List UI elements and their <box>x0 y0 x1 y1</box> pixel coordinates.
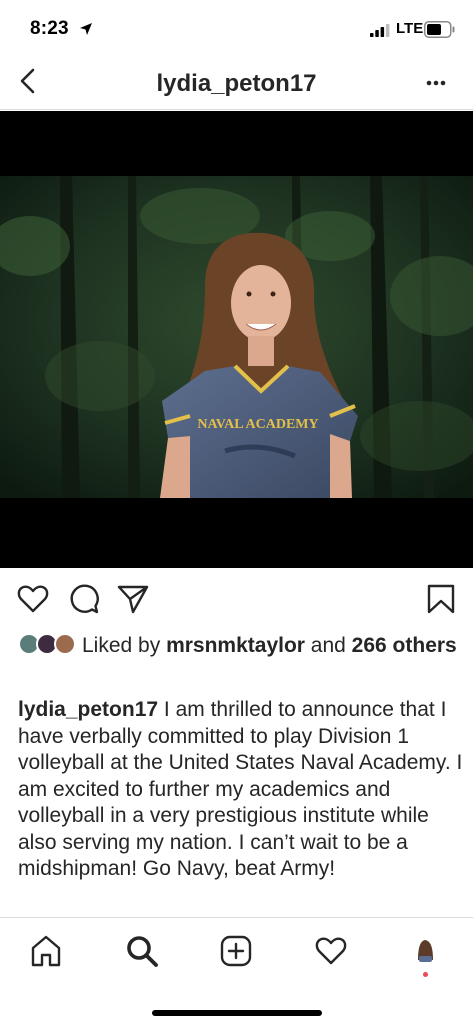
caption-text: I am thrilled to announce that I have ve… <box>18 698 463 880</box>
liker-avatars <box>18 633 80 655</box>
nav-activity-button[interactable] <box>314 934 348 968</box>
likes-others-count[interactable]: 266 <box>352 634 387 657</box>
save-button[interactable] <box>424 582 458 616</box>
post-media[interactable]: NAVAL ACADEMY <box>0 111 473 568</box>
likes-others-label[interactable]: others <box>387 634 457 657</box>
heart-icon <box>17 585 49 613</box>
network-type: LTE <box>396 20 424 37</box>
like-button[interactable] <box>16 582 50 616</box>
comment-button[interactable] <box>67 582 101 616</box>
more-horizontal-icon <box>426 80 446 86</box>
search-icon <box>127 936 158 967</box>
plus-square-icon <box>220 935 252 967</box>
comment-bubble-icon <box>70 584 99 614</box>
nav-new-post-button[interactable] <box>219 934 253 968</box>
post-photo: NAVAL ACADEMY <box>0 176 473 498</box>
post-header: lydia_peton17 <box>0 56 473 110</box>
liked-by-username[interactable]: mrsnmktaylor <box>166 634 305 657</box>
bottom-navigation <box>0 917 473 1024</box>
bookmark-icon <box>427 584 455 614</box>
share-button[interactable] <box>116 582 150 616</box>
heart-icon <box>315 937 347 965</box>
likes-middle: and <box>304 634 352 657</box>
notification-dot <box>423 972 428 977</box>
post-action-bar <box>0 578 473 624</box>
home-indicator <box>152 1010 322 1016</box>
paper-plane-icon <box>117 585 149 614</box>
avatar <box>54 633 76 655</box>
nav-home-button[interactable] <box>29 934 63 968</box>
cellular-signal-icon <box>370 24 390 37</box>
status-time: 8:23 <box>30 18 69 39</box>
shirt-text: NAVAL ACADEMY <box>197 417 318 432</box>
caption-username[interactable]: lydia_peton17 <box>18 698 158 721</box>
profile-avatar <box>410 935 440 965</box>
battery-icon <box>424 21 455 38</box>
likes-prefix: Liked by <box>82 634 167 657</box>
nav-profile-button[interactable] <box>409 934 441 966</box>
status-bar: 8:23 LTE <box>0 0 473 60</box>
header-username[interactable]: lydia_peton17 <box>0 70 473 98</box>
location-arrow-icon <box>80 23 92 35</box>
more-options-button[interactable] <box>420 70 452 96</box>
post-caption: lydia_peton17 I am thrilled to announce … <box>18 697 463 883</box>
nav-search-button[interactable] <box>125 934 159 968</box>
likes-summary[interactable]: Liked by mrsnmktaylor and 266 others <box>18 632 458 659</box>
home-icon <box>31 935 61 967</box>
